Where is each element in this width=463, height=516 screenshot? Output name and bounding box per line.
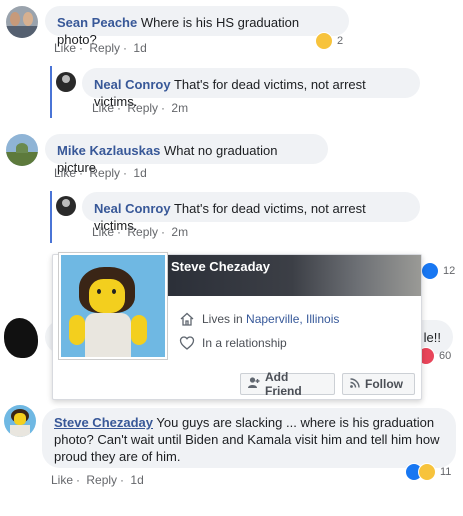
like-link[interactable]: Like [92, 225, 114, 239]
comment-author[interactable]: Mike Kazlauskas [57, 143, 160, 158]
add-friend-icon [248, 377, 260, 391]
separator: · [123, 166, 128, 180]
relationship-status: In a relationship [202, 336, 287, 350]
comment-bubble: Mike Kazlauskas What no graduation pictu… [45, 134, 328, 175]
comment-actions: Like · Reply · 1d [54, 166, 150, 180]
timestamp[interactable]: 1d [133, 166, 146, 180]
separator: · [79, 166, 84, 180]
timestamp[interactable]: 1d [133, 41, 146, 55]
reaction-summary[interactable]: 11 [405, 463, 451, 481]
profile-hover-card: Steve Chezaday Lives in Naperville, Illi… [52, 253, 422, 400]
timestamp[interactable]: 2m [171, 225, 188, 239]
separator: · [79, 41, 84, 55]
reply-bubble: Neal Conroy That's for dead victims, not… [82, 68, 420, 109]
reaction-count: 2 [337, 35, 344, 47]
reaction-count: 12 [443, 265, 456, 277]
reaction-count: 11 [440, 466, 452, 478]
like-link[interactable]: Like [51, 473, 73, 487]
timestamp[interactable]: 2m [171, 101, 188, 115]
like-reaction-icon [421, 262, 439, 280]
separator: · [117, 225, 122, 239]
lives-in-city-link[interactable]: Naperville, Illinois [246, 312, 339, 326]
haha-reaction-icon [418, 463, 436, 481]
reply-thread-line [50, 191, 52, 243]
lives-in-label: Lives in [202, 312, 247, 326]
profile-picture[interactable] [59, 253, 167, 359]
profile-name[interactable]: Steve Chezaday [171, 259, 270, 274]
separator: · [161, 225, 166, 239]
comment-author[interactable]: Sean Peache [57, 15, 137, 30]
reply-thread-line [50, 66, 52, 118]
separator: · [123, 41, 128, 55]
avatar[interactable] [56, 196, 76, 216]
reply-link[interactable]: Reply [89, 166, 120, 180]
comment-bubble: Steve Chezaday You guys are slacking ...… [42, 408, 456, 468]
comment-author[interactable]: Neal Conroy [94, 77, 171, 92]
comment-actions: Like · Reply · 1d [51, 473, 147, 487]
add-friend-label: Add Friend [265, 370, 302, 398]
separator: · [117, 101, 122, 115]
haha-reaction-icon [315, 32, 333, 50]
comment-author[interactable]: Steve Chezaday [54, 415, 153, 430]
separator: · [161, 101, 166, 115]
reaction-summary[interactable]: 2 [315, 32, 343, 50]
avatar[interactable] [56, 72, 76, 92]
comment-actions: Like · Reply · 1d [54, 41, 150, 55]
follow-button[interactable]: Follow [342, 373, 415, 395]
separator: · [76, 473, 81, 487]
reply-link[interactable]: Reply [127, 101, 158, 115]
like-link[interactable]: Like [54, 166, 76, 180]
reaction-count: 60 [439, 350, 452, 362]
lives-in: Lives in Naperville, Illinois [202, 312, 339, 326]
reaction-summary[interactable]: 60 [417, 347, 451, 365]
comment-actions: Like · Reply · 2m [92, 225, 191, 239]
avatar[interactable] [6, 134, 38, 166]
reaction-summary[interactable]: 12 [421, 262, 455, 280]
comment-bubble: Sean Peache Where is his HS graduation p… [45, 6, 349, 47]
avatar[interactable] [4, 318, 38, 358]
comment-text: le!! [423, 330, 441, 345]
follow-label: Follow [365, 377, 403, 391]
reply-link[interactable]: Reply [86, 473, 117, 487]
avatar[interactable] [4, 405, 36, 437]
reply-bubble: Neal Conroy That's for dead victims, not… [82, 192, 420, 233]
home-icon [179, 311, 195, 327]
rss-icon [350, 377, 360, 391]
heart-icon [179, 335, 195, 351]
reply-link[interactable]: Reply [89, 41, 120, 55]
separator: · [120, 473, 125, 487]
reply-link[interactable]: Reply [127, 225, 158, 239]
timestamp[interactable]: 1d [130, 473, 143, 487]
add-friend-button[interactable]: Add Friend [240, 370, 335, 398]
like-link[interactable]: Like [54, 41, 76, 55]
avatar[interactable] [6, 6, 38, 38]
comment-actions: Like · Reply · 2m [92, 101, 191, 115]
comment-author[interactable]: Neal Conroy [94, 201, 171, 216]
like-link[interactable]: Like [92, 101, 114, 115]
